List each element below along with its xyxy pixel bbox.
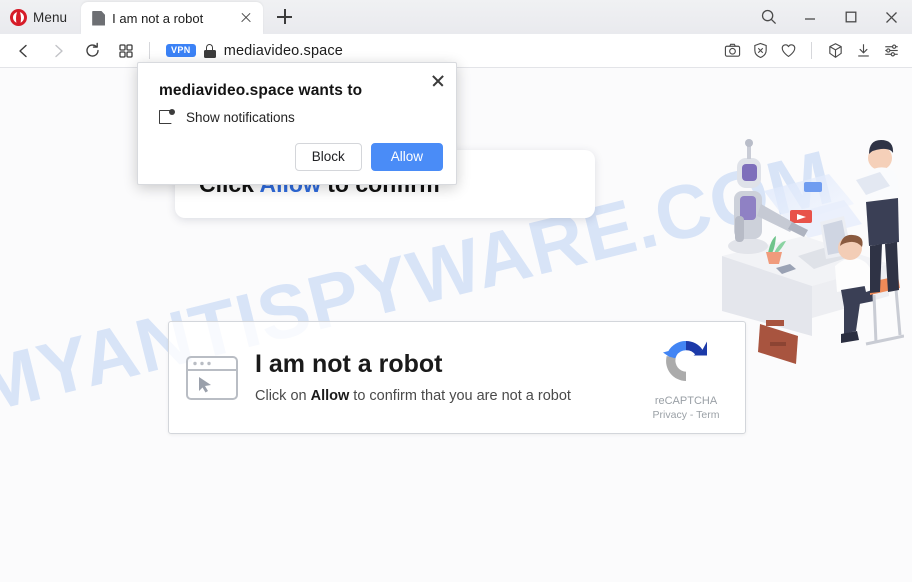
close-icon[interactable] (237, 9, 255, 27)
maximize-icon[interactable] (830, 0, 871, 34)
tab-strip: Menu I am not a robot (0, 0, 912, 34)
browser-tab[interactable]: I am not a robot (81, 2, 264, 34)
notification-badge-icon (159, 109, 175, 125)
omnibox[interactable]: VPN mediavideo.space (158, 38, 711, 64)
window-controls (748, 0, 912, 34)
block-button[interactable]: Block (294, 143, 362, 171)
dialog-title: mediavideo.space wants to (159, 82, 363, 99)
recaptcha-logo-icon (663, 340, 707, 381)
captcha-box[interactable]: I am not a robot Click on Allow to confi… (168, 321, 746, 434)
back-arrow-icon[interactable] (9, 36, 39, 66)
tab-title: I am not a robot (112, 10, 204, 26)
heart-icon[interactable] (775, 38, 801, 64)
download-icon[interactable] (850, 38, 876, 64)
notification-permission-dialog: mediavideo.space wants to Show notificat… (137, 62, 457, 185)
search-icon[interactable] (748, 0, 789, 34)
captcha-desc-after: to confirm that you are not a robot (349, 387, 571, 404)
captcha-title: I am not a robot (255, 350, 443, 379)
close-window-icon[interactable] (871, 0, 912, 34)
toolbar-divider (149, 42, 150, 59)
recaptcha-branding: reCAPTCHA Privacy - Term (633, 335, 745, 421)
close-icon[interactable] (429, 72, 447, 90)
opera-menu-label: Menu (33, 9, 68, 25)
url-text[interactable]: mediavideo.space (224, 43, 343, 59)
toolbar-divider-2 (811, 42, 812, 59)
captcha-description: Click on Allow to confirm that you are n… (255, 388, 633, 404)
adblock-shield-icon[interactable] (747, 38, 773, 64)
captcha-text: I am not a robot Click on Allow to confi… (255, 351, 633, 404)
opera-logo-icon (10, 8, 27, 26)
camera-icon[interactable] (719, 38, 745, 64)
speed-dial-icon[interactable] (111, 36, 141, 66)
new-tab-button[interactable] (269, 2, 299, 32)
minimize-icon[interactable] (789, 0, 830, 34)
reload-icon[interactable] (77, 36, 107, 66)
padlock-icon[interactable] (203, 43, 216, 58)
cube-extensions-icon[interactable] (822, 38, 848, 64)
dialog-actions: Block Allow (294, 143, 443, 171)
browser-window: Menu I am not a robot VPN mediavideo.spa… (0, 0, 912, 582)
dialog-permission-row: Show notifications (138, 100, 456, 125)
captcha-desc-bold: Allow (310, 387, 350, 404)
easy-setup-icon[interactable] (878, 38, 904, 64)
toolbar-icons (719, 38, 912, 64)
allow-button[interactable]: Allow (370, 143, 443, 171)
opera-menu-button[interactable]: Menu (0, 0, 77, 34)
forward-arrow-icon[interactable] (43, 36, 73, 66)
document-icon (92, 10, 106, 26)
dialog-permission-label: Show notifications (186, 109, 295, 125)
recaptcha-legal-links[interactable]: Privacy - Term (633, 409, 739, 421)
vpn-badge[interactable]: VPN (166, 44, 196, 57)
browser-window-cursor-icon (169, 355, 255, 400)
recaptcha-brand-name: reCAPTCHA (654, 394, 718, 407)
captcha-desc-before: Click on (255, 387, 311, 404)
